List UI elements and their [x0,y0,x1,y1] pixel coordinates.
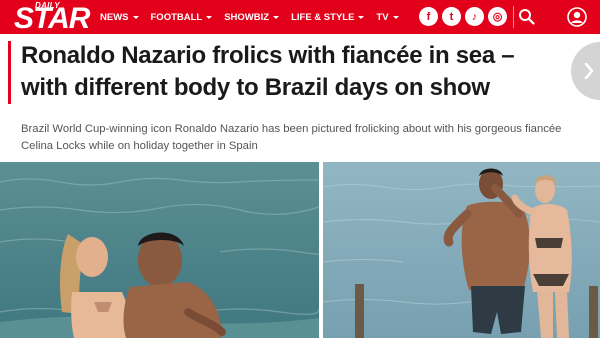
tiktok-glyph: ♪ [471,10,478,23]
site-header: DAILY STAR NEWS FOOTBALL SHOWBIZ LIFE & … [0,0,600,34]
tiktok-icon[interactable]: ♪ [465,7,484,26]
twitter-glyph: t [449,10,454,23]
nav-label: SHOWBIZ [224,11,270,23]
twitter-icon[interactable]: t [442,7,461,26]
next-article-button[interactable] [571,42,600,100]
caret-down-icon [132,15,139,19]
search-icon[interactable] [518,8,535,25]
headline-accent-bar [8,41,11,104]
facebook-glyph: f [426,10,431,23]
instagram-icon[interactable]: ◎ [488,7,507,26]
caret-down-icon [273,15,280,19]
article-standfirst: Brazil World Cup-winning icon Ronaldo Na… [21,123,562,152]
nav-label: LIFE & STYLE [291,11,355,23]
article-headline: Ronaldo Nazario frolics with fiancée in … [21,42,515,101]
main-nav: NEWS FOOTBALL SHOWBIZ LIFE & STYLE TV [100,0,411,34]
chevron-right-icon [584,63,594,79]
caret-down-icon [206,15,213,19]
nav-item-life-style[interactable]: LIFE & STYLE [291,11,365,23]
daily-star-logo[interactable]: DAILY STAR [14,1,90,34]
nav-label: NEWS [100,11,129,23]
nav-item-news[interactable]: NEWS [100,12,139,23]
nav-label: FOOTBALL [150,11,203,23]
article-photo-couple-on-shore[interactable] [323,162,600,338]
header-divider [513,6,514,28]
caret-down-icon [358,15,365,19]
nav-item-football[interactable]: FOOTBALL [151,12,213,23]
account-icon[interactable] [567,7,587,27]
facebook-icon[interactable]: f [419,7,438,26]
logo-star-text: STAR [14,2,90,35]
caret-down-icon [392,15,399,19]
instagram-glyph: ◎ [492,11,503,23]
article-photo-couple-in-sea[interactable] [0,162,319,338]
nav-label: TV [376,11,389,23]
nav-item-showbiz[interactable]: SHOWBIZ [224,11,280,23]
nav-item-tv[interactable]: TV [376,11,399,23]
